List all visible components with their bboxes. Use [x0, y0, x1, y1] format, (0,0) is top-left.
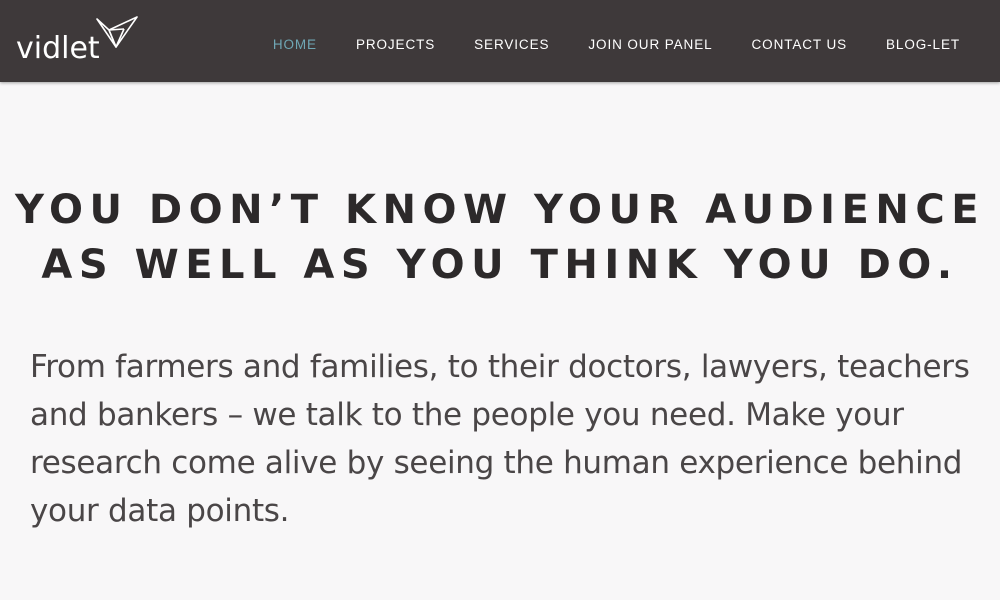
nav-blog-let[interactable]: BLOG-LET	[886, 35, 960, 55]
hero-headline-line-1: YOU DON’T KNOW YOUR AUDIENCE	[14, 187, 986, 233]
top-navbar: vidlet HOME PROJECTS SERVICES JOIN OUR P…	[0, 0, 1000, 82]
hero-body-text: From farmers and families, to their doct…	[30, 349, 970, 529]
nav-contact-us[interactable]: CONTACT US	[752, 35, 848, 55]
nav-join-our-panel[interactable]: JOIN OUR PANEL	[588, 35, 712, 55]
brand-wordmark: vidlet	[16, 31, 100, 66]
nav-services[interactable]: SERVICES	[474, 35, 549, 55]
origami-crane-icon	[96, 16, 138, 48]
hero-headline-line-2: AS WELL AS YOU THINK YOU DO.	[41, 242, 959, 288]
main-nav: HOME PROJECTS SERVICES JOIN OUR PANEL CO…	[234, 0, 960, 82]
nav-home[interactable]: HOME	[273, 35, 317, 55]
nav-projects[interactable]: PROJECTS	[356, 35, 435, 55]
vidlet-logo-link[interactable]: vidlet	[16, 14, 146, 66]
hero-headline: YOU DON’T KNOW YOUR AUDIENCE AS WELL AS …	[0, 183, 1000, 293]
